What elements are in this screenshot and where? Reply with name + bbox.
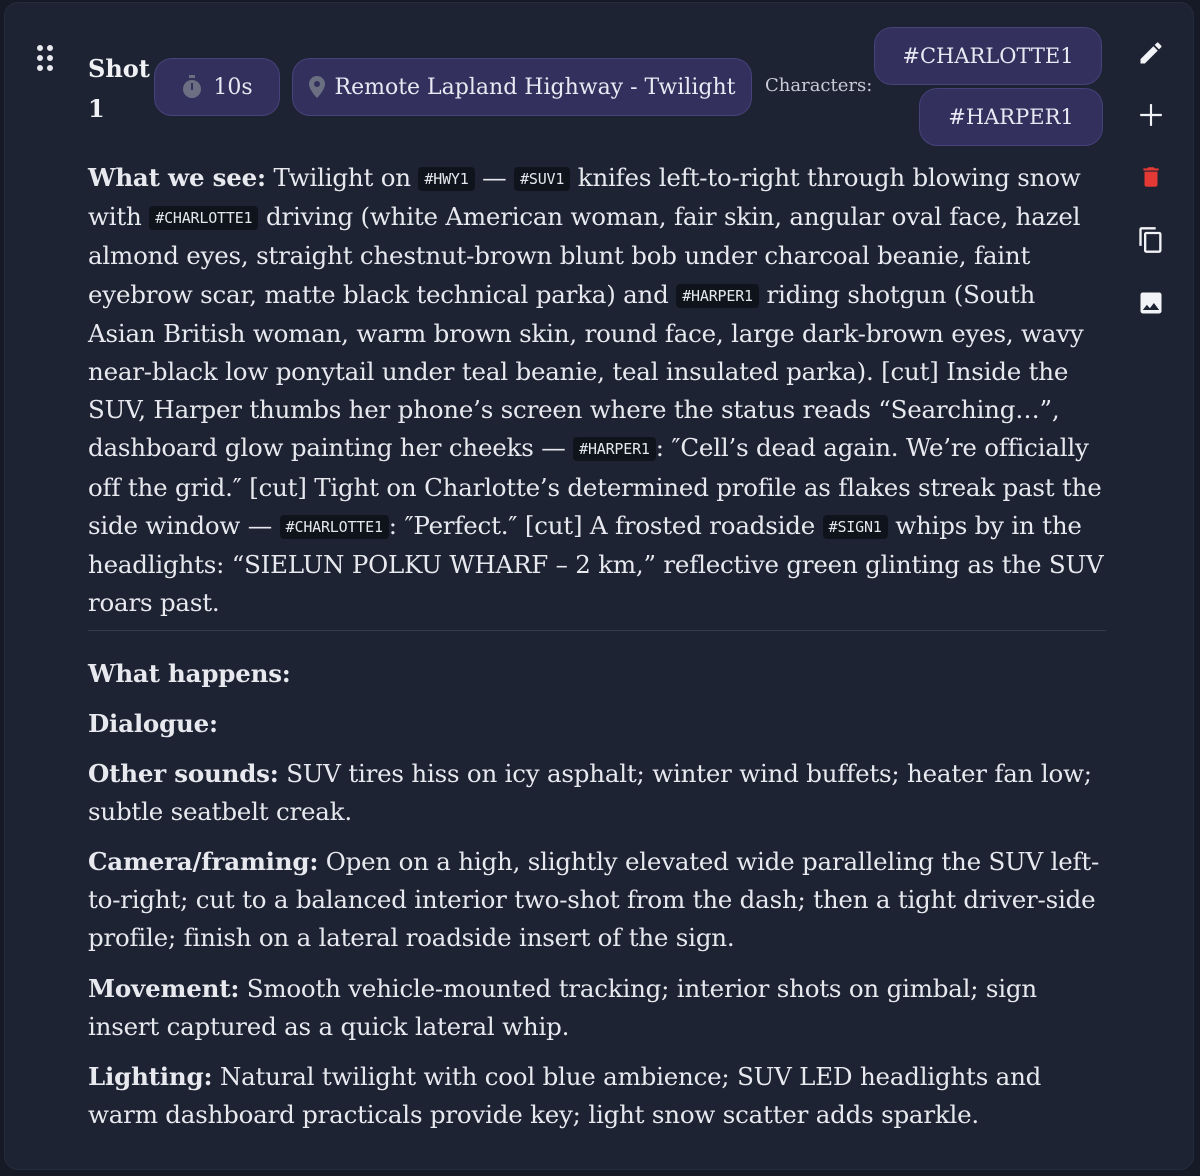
lighting-text: Natural twilight with cool blue ambience… <box>88 1062 1042 1130</box>
location-value: Remote Lapland Highway - Twilight <box>334 74 736 100</box>
shot-description: What we see: Twilight on #HWY1 — #SUV1 k… <box>88 159 1110 622</box>
lighting-section: Lighting: Natural twilight with cool blu… <box>88 1058 1110 1134</box>
tag-suv1: #SUV1 <box>514 167 571 191</box>
section-divider <box>88 630 1106 631</box>
shot-title: Shot 1 <box>88 54 150 123</box>
pencil-icon <box>1140 42 1162 64</box>
lighting-label: Lighting: <box>88 1062 213 1091</box>
tag-hwy1: #HWY1 <box>418 167 475 191</box>
movement-section: Movement: Smooth vehicle-mounted trackin… <box>88 970 1110 1046</box>
camera-label: Camera/framing: <box>88 847 319 876</box>
duration-value: 10s <box>213 74 253 100</box>
description-text: : ″Perfect.″ [cut] A frosted roadside <box>388 510 823 540</box>
duplicate-button[interactable] <box>1131 220 1171 260</box>
trash-icon <box>1143 167 1159 187</box>
character-chip-label: #HARPER1 <box>948 105 1074 129</box>
duration-badge[interactable]: 10s <box>154 58 280 116</box>
shot-card: Shot 1 10s Remote Lapland Highway - Twil… <box>4 2 1194 1170</box>
characters-label: Characters: <box>765 75 873 96</box>
location-pin-icon <box>308 76 325 98</box>
what-we-see-label: What we see: <box>88 163 266 192</box>
description-text: Twilight on <box>265 163 419 192</box>
copy-icon <box>1139 227 1162 253</box>
what-happens-label: What happens: <box>88 659 291 688</box>
tag-charlotte1: #CHARLOTTE1 <box>149 206 259 231</box>
add-button[interactable] <box>1131 95 1171 135</box>
plus-icon <box>1140 104 1162 126</box>
edit-button[interactable] <box>1131 33 1171 73</box>
sounds-label: Other sounds: <box>88 759 279 788</box>
tag-harper1: #HARPER1 <box>573 437 656 462</box>
delete-button[interactable] <box>1131 157 1171 197</box>
movement-label: Movement: <box>88 974 240 1003</box>
what-happens-section: What happens: <box>88 655 1110 693</box>
location-badge[interactable]: Remote Lapland Highway - Twilight <box>292 58 752 116</box>
camera-section: Camera/framing: Open on a high, slightly… <box>88 843 1110 958</box>
dialogue-label: Dialogue: <box>88 709 218 738</box>
drag-handle-icon[interactable] <box>37 45 57 75</box>
tag-sign1: #SIGN1 <box>822 514 888 539</box>
sounds-section: Other sounds: SUV tires hiss on icy asph… <box>88 755 1110 831</box>
description-text: — <box>474 163 515 192</box>
character-chip-label: #CHARLOTTE1 <box>902 44 1074 68</box>
dialogue-section: Dialogue: <box>88 705 1110 743</box>
character-chip[interactable]: #HARPER1 <box>919 88 1103 146</box>
character-chip[interactable]: #CHARLOTTE1 <box>874 27 1102 85</box>
image-button[interactable] <box>1131 283 1171 323</box>
image-icon <box>1140 292 1162 314</box>
stopwatch-icon <box>183 75 202 98</box>
tag-harper1: #HARPER1 <box>676 283 759 308</box>
tag-charlotte1: #CHARLOTTE1 <box>279 514 389 539</box>
